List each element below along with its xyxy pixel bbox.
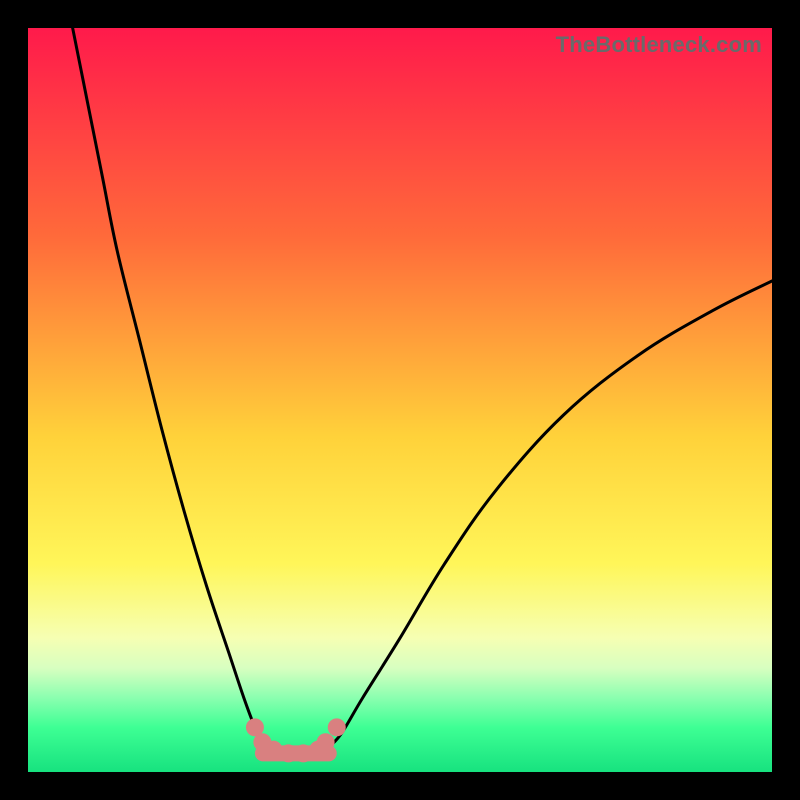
valley-marker <box>317 733 335 751</box>
watermark-text: TheBottleneck.com <box>556 32 762 58</box>
valley-markers <box>246 718 346 762</box>
valley-marker <box>328 718 346 736</box>
curves-layer <box>28 28 772 772</box>
curve-left <box>73 28 270 750</box>
chart-frame: TheBottleneck.com <box>0 0 800 800</box>
curve-right <box>326 281 772 750</box>
plot-area: TheBottleneck.com <box>28 28 772 772</box>
